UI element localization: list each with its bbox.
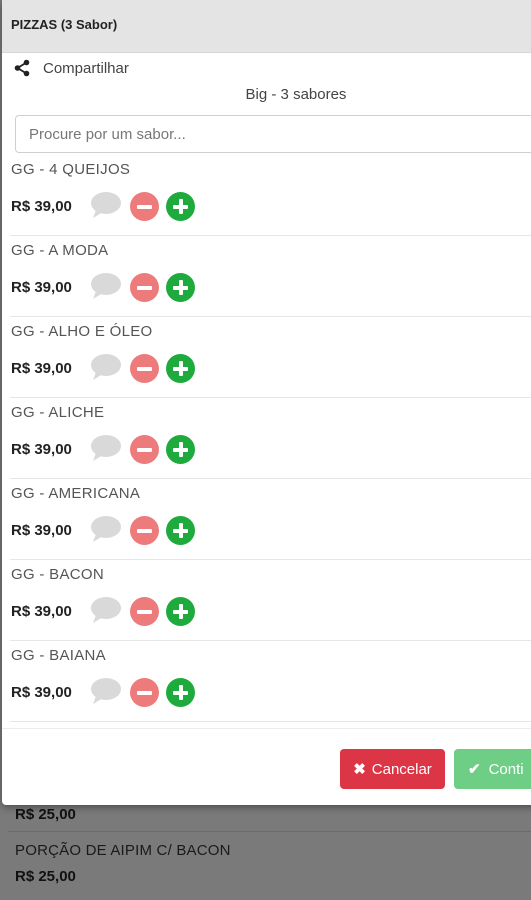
plus-circle-icon[interactable]	[166, 273, 195, 302]
flavor-price: R$ 39,00	[11, 360, 72, 377]
comment-icon[interactable]	[90, 515, 122, 543]
continue-button-label: Conti	[488, 760, 524, 778]
share-button[interactable]: Compartilhar	[13, 58, 129, 78]
minus-circle-icon[interactable]	[130, 435, 159, 464]
flavor-name: GG - A MODA	[11, 242, 109, 259]
plus-circle-icon[interactable]	[166, 516, 195, 545]
comment-icon[interactable]	[90, 596, 122, 624]
flavor-item: GG - A MODA R$ 39,00	[10, 236, 531, 317]
minus-circle-icon[interactable]	[130, 273, 159, 302]
plus-circle-icon[interactable]	[166, 597, 195, 626]
flavor-list: GG - 4 QUEIJOS R$ 39,00 GG - A MODA R$ 3…	[2, 155, 531, 722]
plus-circle-icon[interactable]	[166, 192, 195, 221]
comment-icon[interactable]	[90, 434, 122, 462]
check-icon: ✔	[468, 761, 481, 778]
modal-footer: ✖ Cancelar ✔ Conti	[2, 728, 531, 805]
minus-circle-icon[interactable]	[130, 192, 159, 221]
x-icon: ✖	[353, 761, 366, 778]
background-item-price: R$ 25,00	[15, 868, 76, 885]
comment-icon[interactable]	[90, 353, 122, 381]
background-item-name: PORÇÃO DE AIPIM C/ BACON	[15, 842, 231, 859]
flavor-item: GG - AMERICANA R$ 39,00	[10, 479, 531, 560]
cancel-button[interactable]: ✖ Cancelar	[340, 749, 445, 789]
flavor-name: GG - AMERICANA	[11, 485, 141, 502]
flavor-name: GG - ALICHE	[11, 404, 105, 421]
share-icon	[14, 59, 30, 77]
minus-circle-icon[interactable]	[130, 516, 159, 545]
modal-header: PIZZAS (3 Sabor)	[2, 0, 531, 53]
flavor-item: GG - BACON R$ 39,00	[10, 560, 531, 641]
minus-circle-icon[interactable]	[130, 678, 159, 707]
comment-icon[interactable]	[90, 677, 122, 705]
cancel-button-label: Cancelar	[371, 760, 432, 778]
comment-icon[interactable]	[90, 272, 122, 300]
modal-subtitle: Big - 3 sabores	[245, 86, 347, 103]
plus-circle-icon[interactable]	[166, 435, 195, 464]
comment-icon[interactable]	[90, 191, 122, 219]
flavor-modal: PIZZAS (3 Sabor) Compartilhar Big - 3 sa…	[2, 0, 531, 805]
flavor-search-input[interactable]	[15, 115, 531, 153]
flavor-price: R$ 39,00	[11, 441, 72, 458]
continue-button[interactable]: ✔ Conti	[454, 749, 531, 789]
flavor-item: GG - ALICHE R$ 39,00	[10, 398, 531, 479]
plus-circle-icon[interactable]	[166, 354, 195, 383]
minus-circle-icon[interactable]	[130, 597, 159, 626]
flavor-price: R$ 39,00	[11, 198, 72, 215]
plus-circle-icon[interactable]	[166, 678, 195, 707]
background-item-price: R$ 25,00	[15, 806, 76, 823]
flavor-name: GG - BACON	[11, 566, 105, 583]
flavor-name: GG - 4 QUEIJOS	[11, 161, 131, 178]
flavor-price: R$ 39,00	[11, 603, 72, 620]
modal-title: PIZZAS (3 Sabor)	[11, 17, 118, 32]
flavor-price: R$ 39,00	[11, 684, 72, 701]
flavor-name: GG - BAIANA	[11, 647, 106, 664]
flavor-price: R$ 39,00	[11, 522, 72, 539]
minus-circle-icon[interactable]	[130, 354, 159, 383]
flavor-item: GG - ALHO E ÓLEO R$ 39,00	[10, 317, 531, 398]
flavor-item: GG - BAIANA R$ 39,00	[10, 641, 531, 722]
background-list-item: PORÇÃO DE AIPIM C/ BACON R$ 25,00	[8, 831, 531, 893]
flavor-item: GG - 4 QUEIJOS R$ 39,00	[10, 155, 531, 236]
flavor-price: R$ 39,00	[11, 279, 72, 296]
share-label: Compartilhar	[43, 59, 129, 77]
flavor-name: GG - ALHO E ÓLEO	[11, 323, 153, 340]
